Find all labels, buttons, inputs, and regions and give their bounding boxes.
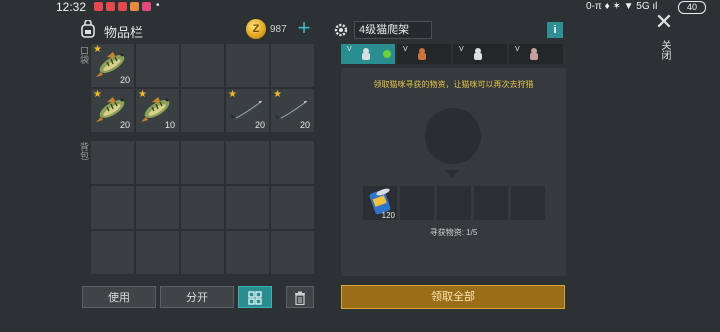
inventory-title: 物品栏 [104,25,144,40]
info-button[interactable]: i [547,22,563,38]
tab-level-label: V [347,46,352,53]
coin-count: 987 [270,24,287,35]
close-icon[interactable]: ✕ [654,11,674,33]
notification-icon [142,2,151,11]
sort-grid-button[interactable] [238,286,272,308]
favorite-star-icon: ★ [93,44,102,55]
backpack-slot[interactable] [90,230,135,275]
pocket-slot[interactable] [225,43,270,88]
pocket-slot[interactable] [180,88,225,133]
loot-count-text: 寻获物资: 1/5 [429,228,478,237]
trap-tab[interactable]: V [509,44,563,64]
notification-icon [130,2,139,11]
pocket-slot[interactable]: ★ 20 [270,88,315,133]
loot-slot[interactable] [437,186,471,220]
trap-tab[interactable]: V [397,44,451,64]
gear-icon [332,21,350,39]
loot-slot[interactable]: 120 [363,186,397,220]
backpack-slot[interactable] [180,185,225,230]
backpack-icon [80,19,96,38]
backpack-slot[interactable] [90,185,135,230]
loot-slot[interactable] [511,186,545,220]
backpack-slot[interactable] [135,185,180,230]
loot-slot[interactable] [474,186,508,220]
tab-level-label: V [403,46,408,53]
backpack-slot[interactable] [225,230,270,275]
notification-icon [106,2,115,11]
pocket-slot[interactable]: ★ 10 [135,88,180,133]
item-count: 20 [299,120,310,130]
favorite-star-icon: ★ [228,89,237,100]
backpack-slot[interactable] [270,230,315,275]
backpack-label: 背包 [79,142,89,160]
add-coins-button[interactable]: + [294,17,314,39]
trap-title: 4级猫爬架 [354,21,432,39]
battery-indicator: 40 [678,1,706,14]
item-count: 10 [164,120,175,130]
close-label[interactable]: 关闭 [657,40,672,60]
tab-level-label: V [459,46,464,53]
pocket-slot[interactable]: ★ 20 [90,88,135,133]
pocket-slot[interactable]: ★ 20 [225,88,270,133]
backpack-slot[interactable] [270,140,315,185]
cat-placeholder [425,108,481,164]
notification-icon [118,2,127,11]
item-count: 120 [381,211,395,220]
pocket-slot[interactable] [180,43,225,88]
backpack-slot[interactable] [180,140,225,185]
trap-tab[interactable]: V [453,44,507,64]
trash-icon [295,291,305,306]
loot-slot[interactable] [400,186,434,220]
trap-hint-text: 领取猫咪寻获的物资，让猫咪可以再次去狩猎 [373,80,534,89]
favorite-star-icon: ★ [138,89,147,100]
favorite-star-icon: ★ [93,89,102,100]
trap-tab[interactable]: V [341,44,395,64]
tab-level-label: V [515,46,520,53]
delete-button[interactable] [286,286,314,308]
status-indicators: 0-π ♦ ✶ ▼ 5G ıl [586,1,658,12]
backpack-slot[interactable] [270,185,315,230]
item-count: 20 [119,120,130,130]
pocket-slot[interactable] [135,43,180,88]
pocket-slot[interactable] [270,43,315,88]
coin-icon: Z [246,19,266,39]
notification-icon [94,2,103,11]
backpack-slot[interactable] [135,140,180,185]
pocket-slot[interactable]: ★ 20 [90,43,135,88]
more-notifications-icon: • [156,0,160,11]
favorite-star-icon: ★ [273,89,282,100]
use-button[interactable]: 使用 [82,286,156,308]
status-clock: 12:32 [56,0,87,14]
split-button[interactable]: 分开 [160,286,234,308]
backpack-slot[interactable] [90,140,135,185]
item-count: 20 [254,120,265,130]
backpack-slot[interactable] [225,140,270,185]
down-arrow-icon [445,170,459,178]
backpack-slot[interactable] [135,230,180,275]
item-count: 20 [119,75,130,85]
backpack-slot[interactable] [225,185,270,230]
active-badge-icon [383,50,391,58]
collect-all-button[interactable]: 领取全部 [341,285,565,309]
grid-icon [248,291,262,305]
backpack-slot[interactable] [180,230,225,275]
pocket-label: 口袋 [79,46,89,64]
